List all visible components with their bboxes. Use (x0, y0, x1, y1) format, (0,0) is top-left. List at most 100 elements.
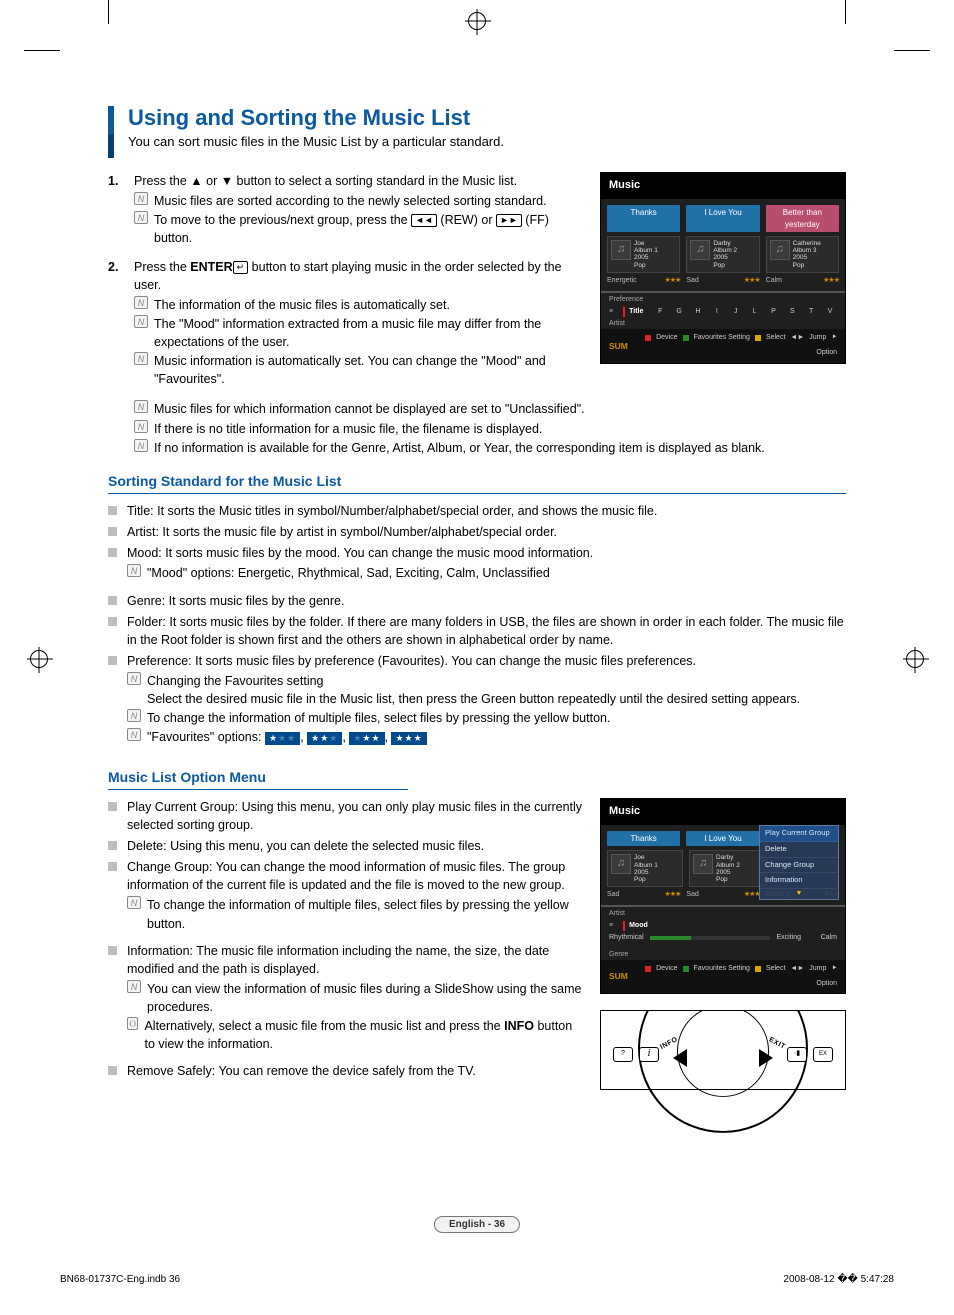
music-note-icon: ♫ (770, 240, 790, 260)
note-text: Select the desired music file in the Mus… (147, 690, 846, 708)
favorites-option-icon: ★★★ (349, 732, 384, 745)
list-item: Preference: It sorts music files by pref… (127, 652, 846, 670)
arrow-right-icon (759, 1049, 773, 1067)
registration-mark (906, 650, 924, 668)
osd-menu-item: Information (760, 873, 838, 889)
note-text: "Favourites" options: ★★★, ★★★, ★★★, ★★★ (147, 728, 427, 746)
option-menu-list: Play Current Group: Using this menu, you… (108, 798, 586, 1081)
osd-tab: Thanks (607, 205, 680, 232)
osd-menu-item: Play Current Group (760, 826, 838, 842)
note-text: To move to the previous/next group, pres… (154, 211, 586, 247)
bullet-icon (108, 862, 117, 871)
remote-info-button: i (639, 1047, 659, 1062)
page-intro: You can sort music files in the Music Li… (128, 134, 504, 149)
step-text: Press the ▲ or ▼ button to select a sort… (134, 172, 586, 190)
note-icon: N (134, 400, 148, 413)
rew-key-icon: ◄◄ (411, 214, 437, 227)
arrow-left-icon (673, 1049, 687, 1067)
step-number: 2. (108, 258, 134, 395)
note-icon: N (134, 315, 148, 328)
title-accent (108, 106, 114, 158)
step-text: Press the ENTER↵ button to start playing… (134, 258, 586, 294)
remote-ring-inner (677, 1005, 769, 1097)
osd-slider (650, 936, 771, 940)
list-item: Change Group: You can change the mood in… (127, 858, 586, 894)
osd-tab: I Love You (686, 831, 759, 847)
note-icon: N (127, 564, 141, 577)
osd-card: ♫DarbyAlbum 22005Pop (686, 236, 759, 273)
osd-sort-icon: ≡ (609, 307, 613, 317)
note-text: Music information is automatically set. … (154, 352, 586, 388)
section-title-bar: Using and Sorting the Music List You can… (108, 106, 846, 158)
bullet-icon (108, 1066, 117, 1075)
note-text: If there is no title information for a m… (154, 420, 542, 438)
remote-button: ? (613, 1047, 633, 1062)
osd-card: ♫DarbyAlbum 22005Pop (689, 850, 765, 887)
list-item: Title: It sorts the Music titles in symb… (127, 502, 657, 520)
list-item: Genre: It sorts music files by the genre… (127, 592, 344, 610)
note-text: Music files are sorted according to the … (154, 192, 547, 210)
bullet-icon (108, 506, 117, 515)
bullet-icon (108, 596, 117, 605)
osd-sum-label: SUM (609, 970, 628, 982)
sorting-list: Title: It sorts the Music titles in symb… (108, 502, 846, 753)
list-item: Information: The music file information … (127, 942, 586, 978)
list-item: Folder: It sorts music files by the fold… (127, 613, 846, 649)
bullet-icon (108, 841, 117, 850)
favorites-option-icon: ★★★ (265, 732, 300, 745)
list-item: Play Current Group: Using this menu, you… (127, 798, 586, 834)
note-icon: N (134, 296, 148, 309)
step-number: 1. (108, 172, 134, 254)
note-text: To change the information of multiple fi… (147, 709, 610, 727)
music-note-icon: ♫ (693, 854, 713, 874)
osd-tab: Better than yesterday (766, 205, 839, 232)
bullet-icon (108, 548, 117, 557)
list-item: Remove Safely: You can remove the device… (127, 1062, 476, 1080)
osd-sort-icon: ≡ (609, 921, 613, 931)
subheading: Sorting Standard for the Music List (108, 471, 846, 494)
page-content: Using and Sorting the Music List You can… (108, 106, 846, 1090)
music-note-icon: ♫ (611, 240, 631, 260)
note-icon: N (127, 672, 141, 685)
page-title: Using and Sorting the Music List (128, 106, 504, 130)
crop-mark (894, 50, 930, 51)
bullet-icon (108, 527, 117, 536)
list-item: Delete: Using this menu, you can delete … (127, 837, 484, 855)
note-icon: N (134, 439, 148, 452)
list-item: Artist: It sorts the music file by artis… (127, 523, 557, 541)
note-text: Alternatively, select a music file from … (144, 1017, 586, 1053)
footer-left: BN68-01737C-Eng.indb 36 (60, 1274, 180, 1285)
crop-mark (845, 0, 846, 24)
enter-key-icon: ↵ (233, 261, 249, 274)
music-note-icon: ♫ (690, 240, 710, 260)
bullet-icon (108, 617, 117, 626)
crop-mark (108, 0, 109, 24)
osd-sum-label: SUM (609, 340, 628, 352)
osd-card: ♫CatherineAlbum 32005Pop (766, 236, 839, 273)
crop-mark (24, 50, 60, 51)
note-text: The information of the music files is au… (154, 296, 450, 314)
favorites-option-icon: ★★★ (391, 732, 426, 745)
note-icon: N (127, 709, 141, 722)
remote-control-diagram: INFO EXIT ? i ·▮ EX (600, 1010, 846, 1090)
note-text: You can view the information of music fi… (147, 980, 586, 1016)
note-text: Music files for which information cannot… (154, 400, 585, 418)
chevron-down-icon: ▼ (760, 889, 838, 899)
footer-meta: BN68-01737C-Eng.indb 36 2008-08-12 �� 5:… (60, 1274, 894, 1285)
note-icon: N (127, 728, 141, 741)
subheading: Music List Option Menu (108, 767, 408, 790)
bullet-icon (108, 656, 117, 665)
osd-title: Music (601, 173, 845, 199)
page-number: English - 36 (434, 1216, 520, 1233)
note-text: Changing the Favourites setting (147, 672, 846, 690)
bullet-icon (108, 802, 117, 811)
note-text: "Mood" options: Energetic, Rhythmical, S… (147, 564, 550, 582)
osd-music-screenshot-1: Music Thanks I Love You Better than yest… (600, 172, 846, 364)
list-item: Mood: It sorts music files by the mood. … (127, 544, 846, 562)
note-icon: N (134, 211, 148, 224)
osd-menu-item: Change Group (760, 858, 838, 874)
note-text: If no information is available for the G… (154, 439, 765, 457)
osd-music-screenshot-2: Music Thanks I Love You Play Current Gro… (600, 798, 846, 994)
page-number-pill: English - 36 (434, 1214, 520, 1233)
note-icon: N (134, 420, 148, 433)
